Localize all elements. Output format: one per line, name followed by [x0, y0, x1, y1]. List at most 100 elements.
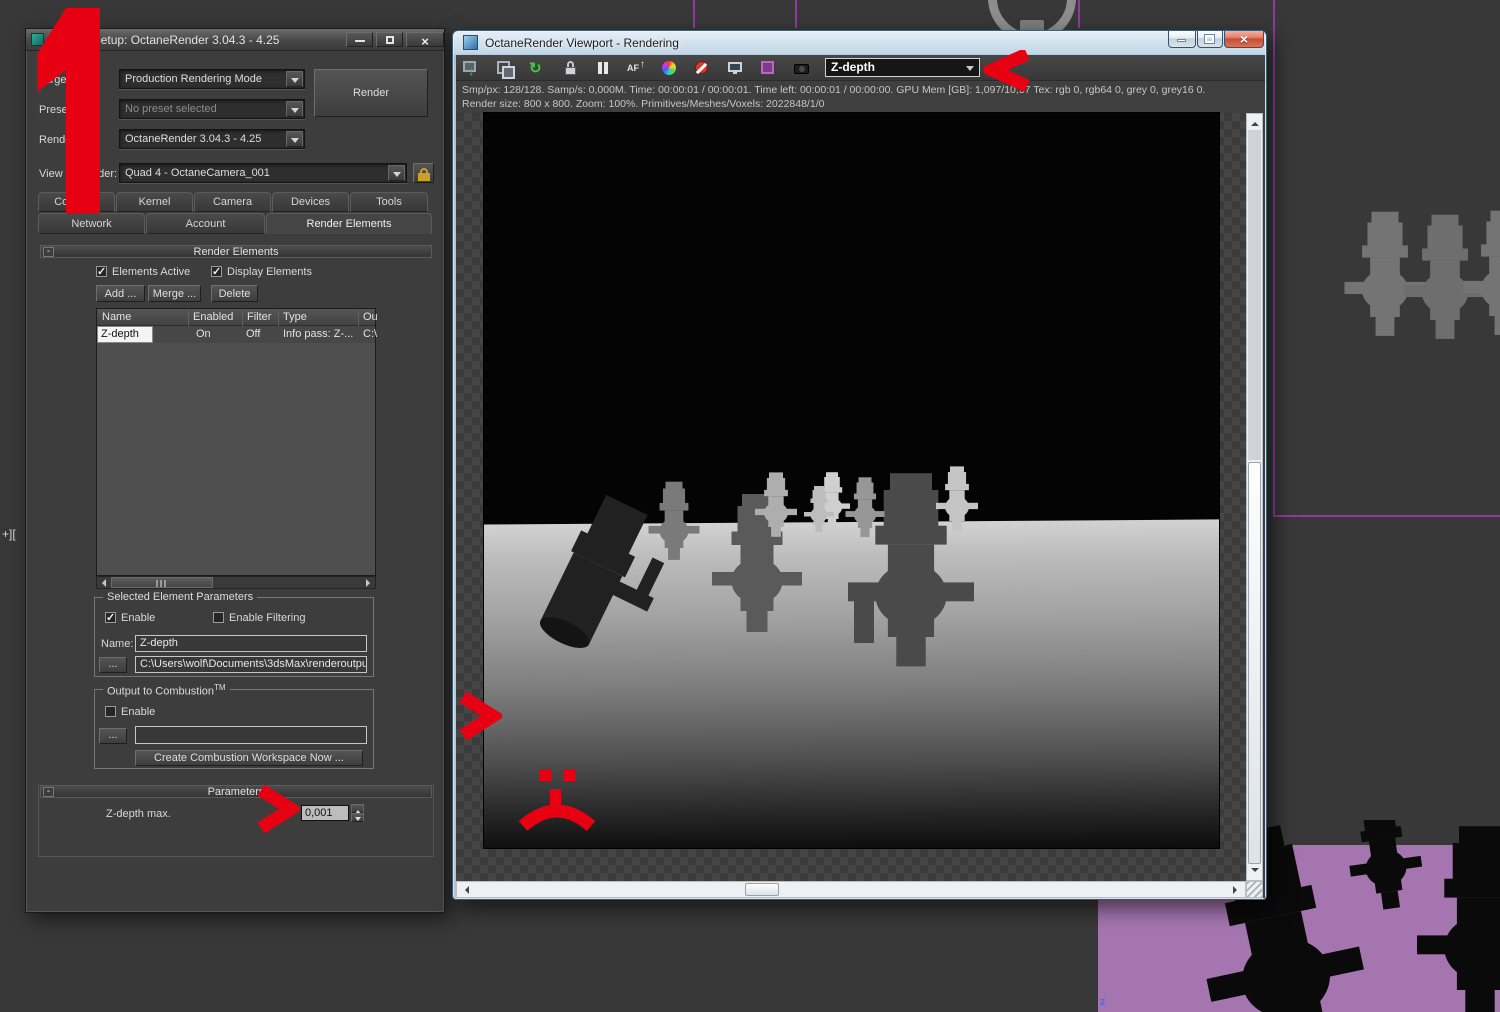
lock-view-button[interactable]: [413, 163, 434, 183]
enable-checkbox[interactable]: [105, 611, 116, 624]
combustion-path-field[interactable]: [135, 726, 367, 744]
render-elements-rollout-header[interactable]: - Render Elements: [40, 245, 432, 258]
viewport-titlebar[interactable]: OctaneRender Viewport - Rendering: [453, 31, 1266, 54]
copy-to-clipboard-icon[interactable]: [495, 59, 515, 79]
spinner-down[interactable]: [351, 813, 364, 822]
viewport-title: OctaneRender Viewport - Rendering: [485, 36, 679, 50]
close-button[interactable]: [406, 32, 444, 47]
combustion-browse-button[interactable]: ...: [99, 728, 127, 744]
col-filter[interactable]: Filter: [247, 311, 271, 323]
minimize-button[interactable]: [1168, 31, 1196, 48]
delete-element-button[interactable]: Delete: [211, 285, 258, 302]
grid-line: [1078, 0, 1080, 28]
element-name-field[interactable]: Z-depth: [135, 635, 367, 652]
elements-list-hscrollbar[interactable]: [96, 576, 376, 589]
add-element-button[interactable]: Add ...: [96, 285, 145, 302]
save-render-icon[interactable]: ↓: [462, 59, 480, 78]
annotation-number-1: [37, 8, 100, 214]
collapse-icon[interactable]: -: [43, 787, 54, 797]
grid-line: [693, 0, 695, 28]
tab-tools[interactable]: Tools: [350, 192, 428, 212]
maximize-button[interactable]: [1197, 31, 1223, 48]
viewport-overlay-label: +][: [2, 527, 16, 541]
tab-account[interactable]: Account: [146, 213, 265, 234]
region-render-icon[interactable]: [759, 59, 777, 77]
stop-render-icon[interactable]: [693, 59, 711, 77]
selected-element-parameters-group: Selected Element Parameters Enable Enabl…: [94, 591, 374, 677]
view-to-render-dropdown[interactable]: Quad 4 - OctaneCamera_001: [119, 163, 407, 183]
viewport-window-icon: [463, 35, 478, 50]
viewport-axis-z: z: [1100, 996, 1106, 1008]
scroll-right-icon[interactable]: [366, 579, 374, 587]
name-label: Name:: [101, 638, 134, 650]
target-dropdown[interactable]: Production Rendering Mode: [119, 69, 305, 89]
preset-dropdown[interactable]: No preset selected: [119, 99, 305, 119]
render-pass-dropdown[interactable]: Z-depth: [825, 58, 980, 77]
render-status-line1: Smp/px: 128/128. Samp/s: 0,000M. Time: 0…: [462, 84, 1206, 96]
scroll-up-icon[interactable]: [1251, 118, 1259, 126]
output-to-combustion-group: Output to CombustionTM Enable ... Create…: [94, 683, 374, 769]
renderer-dropdown[interactable]: OctaneRender 3.04.3 - 4.25: [119, 129, 305, 149]
row-name-cell[interactable]: Z-depth: [97, 326, 153, 343]
elements-active-label: Elements Active: [112, 266, 191, 278]
scroll-down-icon[interactable]: [1251, 868, 1259, 876]
create-combustion-workspace-button[interactable]: Create Combustion Workspace Now ...: [135, 750, 363, 766]
tab-render-elements[interactable]: Render Elements: [266, 213, 432, 234]
white-balance-icon[interactable]: [660, 59, 678, 77]
resize-grip[interactable]: [1246, 881, 1263, 898]
canvas-vscrollbar[interactable]: [1246, 113, 1263, 881]
browse-output-button[interactable]: ...: [99, 657, 127, 673]
scroll-thumb[interactable]: [111, 577, 213, 588]
canvas-hscrollbar[interactable]: [456, 881, 1246, 898]
fit-to-screen-icon[interactable]: [726, 59, 744, 77]
enable-filtering-checkbox[interactable]: [213, 612, 224, 623]
lock-resolution-icon[interactable]: [561, 59, 579, 77]
viewport-toolbar: ↓ AF Z-depth: [456, 55, 1265, 81]
tab-camera[interactable]: Camera: [194, 192, 271, 212]
restart-render-icon[interactable]: [528, 59, 546, 77]
scroll-left-icon[interactable]: [461, 886, 469, 894]
wireframe-valves: [1344, 210, 1500, 339]
scroll-left-icon[interactable]: [98, 579, 106, 587]
vscroll-thumb[interactable]: [1248, 462, 1261, 864]
scroll-right-icon[interactable]: [1233, 886, 1241, 894]
chevron-down-icon: [286, 131, 303, 147]
maximize-button[interactable]: [376, 32, 403, 47]
combustion-enable-checkbox[interactable]: [105, 706, 116, 717]
zdepth-valves: [539, 466, 978, 667]
render-image: [484, 113, 1219, 848]
tab-kernel[interactable]: Kernel: [116, 192, 193, 212]
annotation-arrow-right-render: [459, 692, 502, 741]
render-button[interactable]: Render: [314, 69, 428, 117]
pause-render-icon[interactable]: [594, 59, 612, 77]
minimize-button[interactable]: [346, 32, 373, 47]
tab-devices[interactable]: Devices: [272, 192, 349, 212]
collapse-icon[interactable]: -: [43, 247, 54, 257]
display-elements-label: Display Elements: [227, 266, 312, 278]
close-button[interactable]: [1224, 31, 1264, 48]
chevron-down-icon: [388, 165, 405, 181]
spinner-up[interactable]: [351, 804, 364, 814]
camera-settings-icon[interactable]: [792, 59, 810, 77]
hscroll-thumb[interactable]: [745, 883, 779, 896]
annotation-sad-face: [518, 769, 596, 832]
zdepth-max-label: Z-depth max.: [106, 808, 171, 820]
annotation-arrow-left-pass-dropdown: [984, 50, 1030, 92]
grid-line: [795, 0, 797, 28]
zdepth-max-field[interactable]: 0,001: [301, 805, 349, 821]
col-type[interactable]: Type: [283, 311, 307, 323]
render-status-line2: Render size: 800 x 800. Zoom: 100%. Prim…: [462, 98, 825, 110]
display-elements-checkbox[interactable]: [211, 265, 222, 278]
merge-element-button[interactable]: Merge ...: [148, 285, 201, 302]
elements-list[interactable]: Name Enabled Filter Type Ou Z-depth On O…: [96, 308, 378, 576]
col-name[interactable]: Name: [102, 311, 131, 323]
col-output[interactable]: Ou: [363, 311, 378, 323]
elements-active-checkbox[interactable]: [96, 265, 107, 278]
grid-line: [1273, 515, 1500, 517]
col-enabled[interactable]: Enabled: [193, 311, 233, 323]
grid-line: [1273, 0, 1275, 517]
autofocus-icon[interactable]: AF: [627, 59, 645, 77]
output-path-field[interactable]: C:\Users\wolf\Documents\3dsMax\renderout…: [135, 656, 367, 673]
parameters-rollout-header[interactable]: - Parameters: [40, 785, 432, 798]
element-row-zdepth[interactable]: Z-depth On Off Info pass: Z-... C:\: [97, 326, 377, 343]
